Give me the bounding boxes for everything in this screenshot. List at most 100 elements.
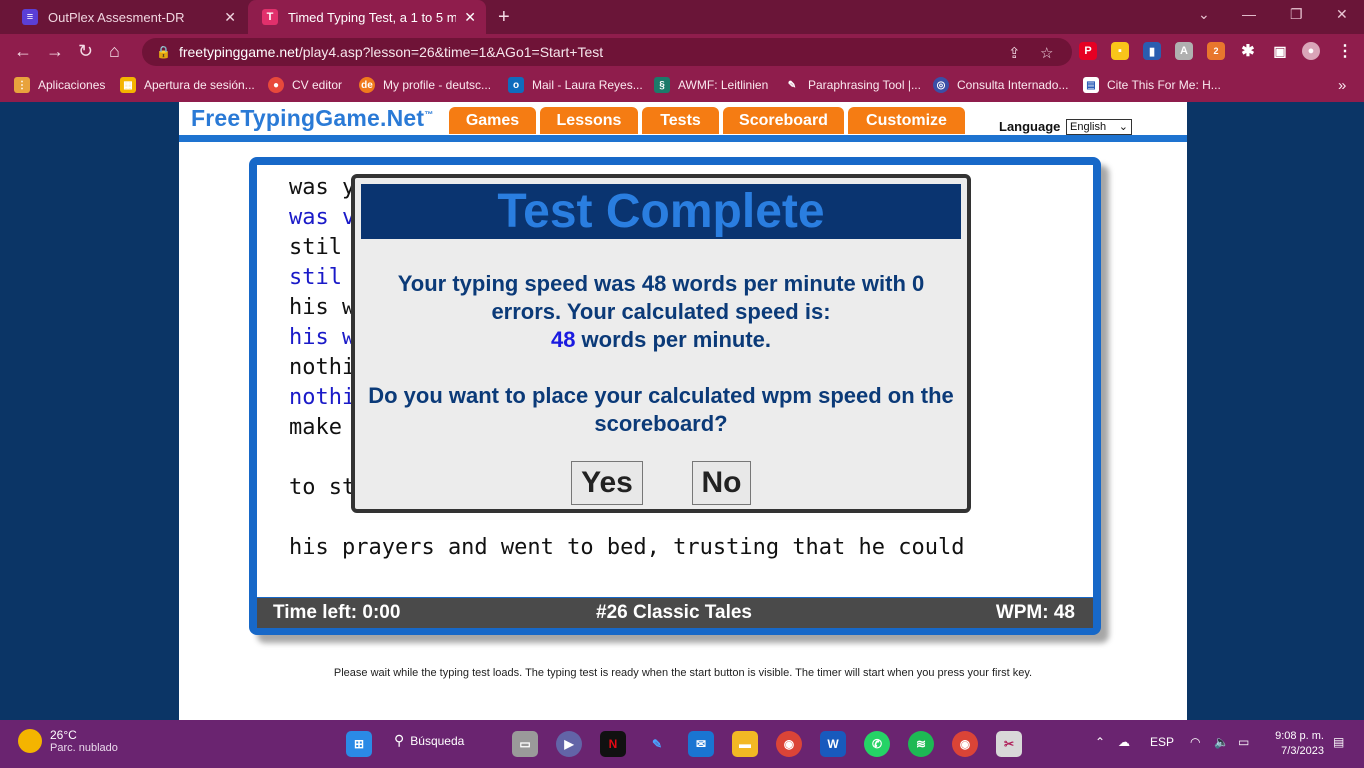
bookmark-apps[interactable]: ⋮ Aplicaciones (14, 70, 105, 100)
meet-icon[interactable]: ▶ (556, 731, 582, 757)
close-icon[interactable]: ✕ (464, 9, 476, 26)
lock-icon: 🔒 (156, 45, 171, 59)
weather-widget[interactable]: 26°C Parc. nublado (18, 728, 118, 754)
windows-icon: ▦ (120, 77, 136, 93)
spotify-icon[interactable]: ≋ (908, 731, 934, 757)
scoreboard-question: Do you want to place your calculated wpm… (368, 383, 954, 436)
nav-scoreboard[interactable]: Scoreboard (723, 107, 844, 134)
reload-icon[interactable]: ↻ (78, 41, 93, 62)
sidebar-icon[interactable]: ▣ (1271, 42, 1289, 60)
chrome-icon[interactable]: ◉ (776, 731, 802, 757)
close-icon[interactable]: ✕ (224, 9, 236, 26)
extension-badge-icon[interactable]: 2 (1207, 42, 1225, 60)
temperature: 26°C (50, 728, 77, 742)
extension-badge: 2 (1213, 46, 1219, 56)
battery-icon[interactable]: ▭ (1238, 735, 1249, 749)
avatar[interactable]: ● (1302, 42, 1320, 60)
task-view-icon[interactable]: ▭ (512, 731, 538, 757)
weather-icon (18, 729, 42, 753)
file-explorer-icon[interactable]: ▬ (732, 731, 758, 757)
notebook-icon[interactable]: ▮ (1143, 42, 1161, 60)
wpm-readout: WPM: 48 (995, 602, 1075, 623)
taskbar-search[interactable]: ⚲ Búsqueda (394, 732, 464, 749)
netflix-icon[interactable]: N (600, 731, 626, 757)
site-favicon-icon: T (262, 9, 278, 25)
weather-condition: Parc. nublado (50, 742, 118, 754)
cite-icon: ▤ (1083, 77, 1099, 93)
url-text[interactable]: freetypinggame.net/play4.asp?lesson=26&t… (179, 44, 603, 60)
clock-time: 9:08 p. m. (1275, 730, 1324, 742)
back-icon[interactable]: ← (14, 41, 32, 62)
list-icon: ≡ (22, 9, 38, 25)
clock-date: 7/3/2023 (1281, 745, 1324, 757)
no-button[interactable]: No (692, 461, 751, 505)
star-icon[interactable]: ☆ (1040, 44, 1053, 62)
menu-dots-icon[interactable]: ⋮ (1336, 42, 1354, 60)
site-logo[interactable]: FreeTypingGame.Net™ (191, 105, 433, 132)
bookmark-item[interactable]: o Mail - Laura Reyes... (508, 70, 643, 100)
cloud-icon[interactable]: ☁ (1118, 735, 1130, 749)
chrome-profile-icon[interactable]: ◉ (952, 731, 978, 757)
system-clock[interactable]: 9:08 p. m. 7/3/2023 (1262, 729, 1324, 759)
volume-icon[interactable]: 🔈 (1214, 735, 1229, 749)
yes-button[interactable]: Yes (571, 461, 643, 505)
start-icon[interactable]: ⊞ (346, 731, 372, 757)
bookmark-item[interactable]: ✎ Paraphrasing Tool |... (784, 70, 921, 100)
input-language[interactable]: ESP (1150, 735, 1174, 749)
bookmarks-bar: ⋮ Aplicaciones ▦ Apertura de sesión... ● CV… (0, 70, 1364, 102)
notifications-icon[interactable]: ▤ (1333, 735, 1344, 749)
bookmarks-more[interactable]: » (1338, 70, 1346, 100)
time-left: Time left: 0:00 (273, 602, 401, 623)
tab-typing-test[interactable]: T Timed Typing Test, a 1 to 5 minut ✕ (248, 0, 486, 34)
result-message: Your typing speed was 48 words per minut… (397, 271, 925, 352)
share-icon[interactable]: ⇪ (1008, 44, 1021, 62)
home-icon[interactable]: ⌂ (109, 41, 120, 62)
url-host: freetypinggame.net (178, 44, 299, 60)
window-close-icon[interactable]: ✕ (1336, 6, 1348, 23)
nav-customize[interactable]: Customize (848, 107, 965, 134)
chevron-down-icon: ⌄ (1118, 121, 1128, 133)
site-header: FreeTypingGame.Net™ Games Lessons Tests … (179, 102, 1187, 138)
bookmark-item[interactable]: ▦ Apertura de sesión... (120, 70, 255, 100)
seal-icon: ◎ (933, 77, 949, 93)
loading-notice: Please wait while the typing test loads.… (333, 667, 1033, 679)
address-bar[interactable]: 🔒 freetypinggame.net/play4.asp?lesson=26… (142, 38, 1072, 66)
nav-tests[interactable]: Tests (642, 107, 719, 134)
awmf-icon: § (654, 77, 670, 93)
url-path: /play4.asp?lesson=26&time=1&AGo1=Start+T… (298, 44, 604, 60)
chevron-up-icon[interactable]: ⌃ (1095, 735, 1105, 749)
apps-grid-icon: ⋮ (14, 77, 30, 93)
typing-line: his w (289, 325, 356, 350)
bookmark-item[interactable]: ▤ Cite This For Me: H... (1083, 70, 1221, 100)
pdf-icon[interactable]: A (1175, 42, 1193, 60)
word-icon[interactable]: W (820, 731, 846, 757)
minimize-icon[interactable]: — (1242, 6, 1256, 22)
chevron-down-icon[interactable]: ⌄ (1198, 6, 1210, 23)
snipping-tool-icon[interactable]: ✂ (996, 731, 1022, 757)
pinterest-icon[interactable]: P (1079, 42, 1097, 60)
tab-title: OutPlex Assesment-DR (48, 9, 185, 25)
language-select[interactable]: English ⌄ (1066, 119, 1132, 135)
forward-icon[interactable]: → (46, 41, 64, 62)
quill-icon: ✎ (787, 79, 797, 91)
wifi-icon[interactable]: ◠ (1190, 735, 1200, 749)
bookmark-item[interactable]: ● CV editor (268, 70, 342, 100)
restore-icon[interactable]: ❐ (1290, 6, 1303, 23)
whatsapp-icon[interactable]: ✆ (864, 731, 890, 757)
test-complete-dialog: Test Complete Your typing speed was 48 w… (351, 174, 971, 513)
nav-games[interactable]: Games (449, 107, 536, 134)
nav-lessons[interactable]: Lessons (540, 107, 638, 134)
tab-strip: ≡ OutPlex Assesment-DR ✕ T Timed Typing … (0, 0, 1364, 34)
tab-outplex[interactable]: ≡ OutPlex Assesment-DR ✕ (8, 0, 246, 34)
new-tab-button[interactable]: + (498, 6, 510, 29)
keep-icon[interactable]: ▪ (1111, 42, 1129, 60)
mail-icon[interactable]: ✉ (688, 731, 714, 757)
puzzle-icon[interactable]: ✱ (1239, 42, 1257, 60)
bookmark-item[interactable]: ◎ Consulta Internado... (933, 70, 1068, 100)
dialog-title: Test Complete (361, 184, 961, 239)
status-bar: Time left: 0:00 #26 Classic Tales WPM: 4… (257, 598, 1093, 628)
pen-icon[interactable]: ✎ (644, 731, 670, 757)
outlook-icon: o (508, 77, 524, 93)
bookmark-item[interactable]: § AWMF: Leitlinien (654, 70, 768, 100)
bookmark-item[interactable]: de My profile - deutsc... (359, 70, 491, 100)
